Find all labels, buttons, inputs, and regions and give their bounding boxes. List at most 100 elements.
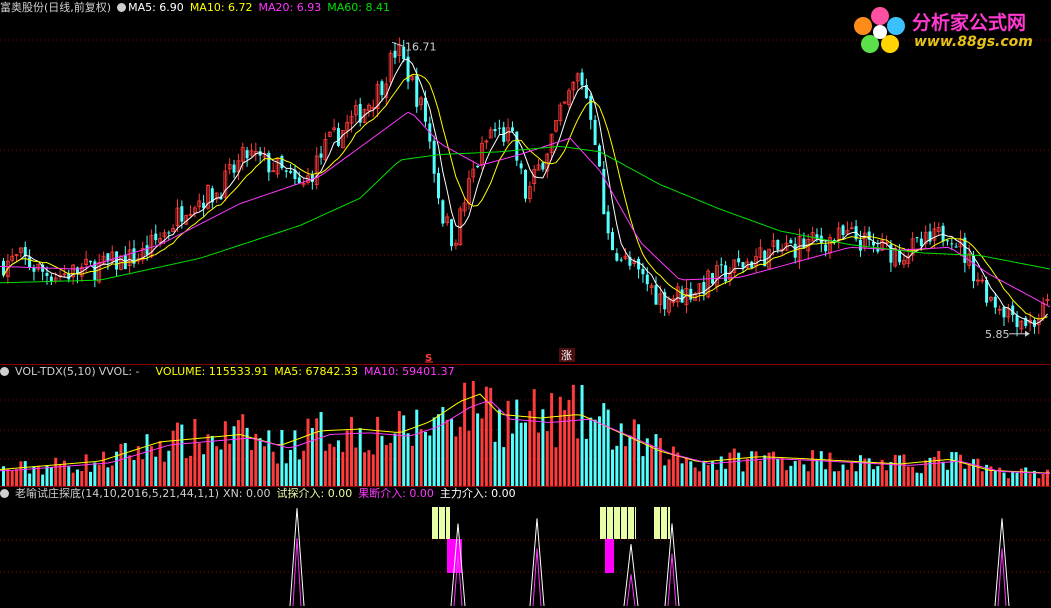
indicator-spike bbox=[289, 508, 305, 607]
volume-bar bbox=[902, 454, 906, 486]
volume-bar bbox=[49, 467, 53, 486]
volume-bar bbox=[376, 416, 380, 486]
volume-bar bbox=[980, 471, 984, 486]
volume-bar bbox=[123, 443, 127, 486]
volume-bar bbox=[41, 474, 45, 486]
test-entry-block bbox=[432, 507, 438, 539]
volume-bar bbox=[776, 458, 780, 486]
volume-bar bbox=[532, 389, 536, 486]
volume-bar bbox=[658, 438, 662, 486]
volume-bar bbox=[554, 447, 558, 486]
candle-body bbox=[28, 257, 32, 267]
volume-bar bbox=[719, 456, 723, 486]
menu-circle-icon[interactable] bbox=[117, 2, 127, 12]
test-entry-block bbox=[439, 507, 445, 539]
candle-body bbox=[919, 238, 923, 247]
candle-body bbox=[380, 81, 384, 96]
volume-bar bbox=[215, 446, 219, 486]
volume-bar bbox=[128, 455, 132, 486]
volume-bar bbox=[793, 461, 797, 486]
candle-body bbox=[719, 264, 723, 266]
volume-bar bbox=[589, 417, 593, 486]
candle-body bbox=[841, 225, 845, 236]
volume-bar bbox=[698, 471, 701, 486]
low-arrow-icon bbox=[1025, 330, 1030, 337]
indicator-spike bbox=[664, 523, 680, 607]
candle-body bbox=[611, 232, 614, 251]
volume-bar bbox=[67, 466, 71, 486]
volume-bar bbox=[315, 418, 319, 486]
candle-body bbox=[1015, 315, 1019, 328]
volume-bar bbox=[680, 463, 684, 486]
candle-body bbox=[476, 165, 480, 168]
volume-bar bbox=[297, 459, 301, 486]
ma20-label: MA20: 6.93 bbox=[258, 1, 322, 14]
volume-panel-title: VOL-TDX(5,10) bbox=[15, 365, 96, 378]
volume-bar bbox=[1011, 471, 1015, 486]
volume-bar bbox=[1046, 469, 1049, 486]
vvol-label: VVOL: - bbox=[98, 365, 140, 378]
volume-bar bbox=[171, 430, 175, 486]
volume-bar bbox=[93, 462, 97, 486]
volume-bar bbox=[1006, 478, 1010, 486]
candle-body bbox=[437, 173, 440, 199]
volume-bar bbox=[358, 428, 362, 486]
volume-bar bbox=[684, 457, 688, 486]
test-entry-block bbox=[635, 507, 636, 539]
volume-bar bbox=[28, 473, 32, 486]
candle-body bbox=[45, 272, 49, 276]
logo-name: 分析家公式网 bbox=[912, 12, 1027, 34]
volume-bar bbox=[567, 399, 571, 486]
menu-circle-icon[interactable] bbox=[0, 488, 9, 498]
volume-bar bbox=[750, 451, 754, 486]
volume-bar bbox=[223, 421, 227, 486]
volume-bar bbox=[84, 454, 88, 486]
volume-bar bbox=[354, 447, 358, 486]
candle-body bbox=[154, 233, 158, 241]
volume-bar bbox=[463, 382, 467, 486]
candle-body bbox=[972, 255, 976, 282]
volume-bar bbox=[97, 464, 101, 486]
candle-body bbox=[519, 163, 523, 169]
volume-bar bbox=[176, 422, 179, 486]
volume-bar bbox=[371, 454, 375, 486]
volume-bar bbox=[615, 445, 619, 486]
volume-bar bbox=[249, 449, 253, 486]
volume-bar bbox=[832, 471, 836, 486]
volume-bar bbox=[845, 469, 849, 486]
volume-bar bbox=[115, 451, 119, 486]
price-panel-header: 富奥股份(日线,前复权) MA5: 6.90 MA10: 6.72 MA20: 6.9… bbox=[0, 0, 396, 16]
menu-circle-icon[interactable] bbox=[0, 366, 9, 376]
volume-bar bbox=[911, 466, 915, 486]
test-entry-block bbox=[621, 507, 627, 539]
volume-bar bbox=[667, 459, 671, 486]
volume-bar bbox=[189, 455, 193, 486]
volume-bar bbox=[89, 471, 92, 486]
volume-bar bbox=[1015, 472, 1019, 486]
volume-bar bbox=[393, 433, 397, 486]
volume-bar bbox=[889, 461, 893, 486]
test-entry-block bbox=[628, 507, 634, 539]
candle-body bbox=[319, 153, 323, 158]
volume-bar bbox=[497, 409, 501, 486]
volume-bar bbox=[102, 451, 106, 486]
volume-bar bbox=[624, 446, 628, 486]
candle-body bbox=[993, 296, 997, 308]
volume-bar bbox=[528, 410, 532, 486]
volume-bar bbox=[445, 419, 449, 486]
volume-bar bbox=[959, 454, 962, 486]
candle-body bbox=[606, 211, 610, 234]
candle-body bbox=[615, 253, 619, 261]
volume-bar bbox=[58, 464, 62, 486]
volume-bar bbox=[915, 472, 919, 486]
volume-bar bbox=[336, 440, 340, 486]
volume-bar bbox=[854, 471, 858, 486]
volume-bar bbox=[145, 434, 149, 486]
volume-bar bbox=[550, 393, 554, 486]
volume-bar bbox=[676, 452, 680, 486]
volume-bar bbox=[967, 464, 971, 486]
volume-bar bbox=[898, 455, 902, 486]
candle-body bbox=[145, 245, 149, 255]
volume-bar bbox=[937, 450, 941, 486]
candle-body bbox=[89, 260, 92, 263]
